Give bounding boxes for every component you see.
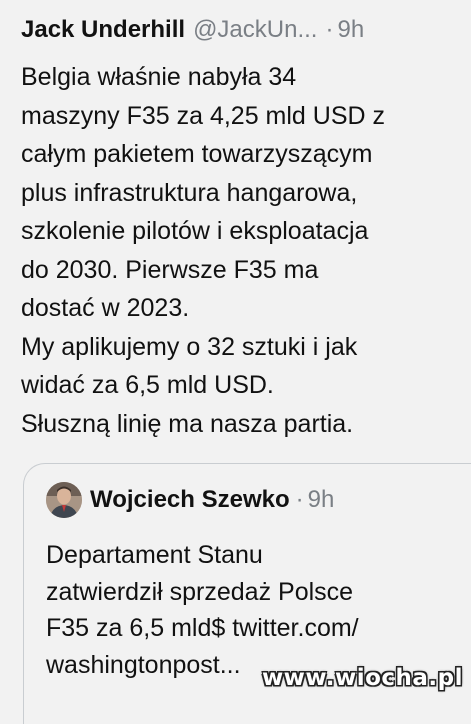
- author-handle[interactable]: @JackUn...: [193, 12, 317, 48]
- avatar-image: [46, 482, 82, 518]
- tweet-text-line: My aplikujemy o 32 sztuki i jak: [21, 332, 358, 361]
- tweet-text-line: Słuszną linię ma nasza partia.: [21, 409, 354, 438]
- tweet-text-line: plus infrastruktura hangarowa,: [21, 178, 358, 207]
- tweet-text-line: szkolenie pilotów i eksploatacja: [21, 217, 369, 245]
- quoted-text-line: F35 za 6,5 mld$ twitter.com/: [46, 614, 359, 642]
- tweet-text: Belgia właśnie nabyła 34 maszyny F35 za …: [21, 58, 461, 443]
- quoted-tweet-header: Wojciech Szewko · 9h: [46, 482, 334, 518]
- tweet-header: Jack Underhill @JackUn... · 9h: [21, 12, 461, 48]
- tweet-text-line: dostać w 2023.: [21, 294, 190, 322]
- tweet-text-line: Belgia właśnie nabyła 34: [21, 63, 297, 91]
- quoted-header-separator: ·: [295, 486, 304, 513]
- tweet-card[interactable]: Jack Underhill @JackUn... · 9h Belgia wł…: [0, 0, 471, 724]
- site-watermark: www.wiocha.pl: [261, 665, 463, 691]
- tweet-text-line: do 2030. Pierwsze F35 ma: [21, 255, 319, 284]
- tweet-timestamp[interactable]: 9h: [337, 12, 364, 48]
- quoted-tweet-text: Departament Stanu zatwierdził sprzedaż P…: [46, 537, 466, 683]
- quoted-author-name[interactable]: Wojciech Szewko: [90, 486, 290, 514]
- profile-photo-icon[interactable]: [46, 482, 82, 518]
- tweet-text-line: widać za 6,5 mld USD.: [21, 371, 274, 399]
- tweet-text-line: całym pakietem towarzyszącym: [21, 140, 373, 168]
- quoted-text-line: Departament Stanu: [46, 541, 263, 569]
- quoted-tweet-timestamp[interactable]: 9h: [308, 486, 335, 514]
- header-separator: ·: [325, 16, 334, 43]
- author-name[interactable]: Jack Underhill: [21, 12, 185, 48]
- quoted-text-line: zatwierdził sprzedaż Polsce: [46, 577, 354, 606]
- tweet-text-line: maszyny F35 za 4,25 mld USD z: [21, 101, 386, 130]
